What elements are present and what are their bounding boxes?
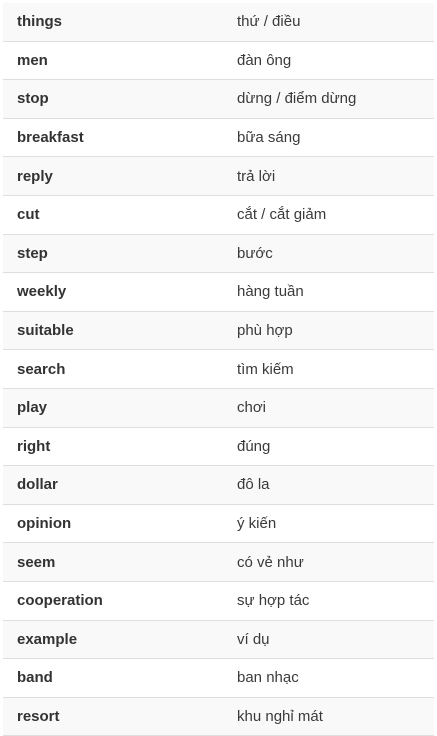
table-row: resort khu nghỉ mát — [3, 697, 434, 736]
meaning-cell: ví dụ — [237, 620, 434, 660]
table-row: weekly hàng tuần — [3, 272, 434, 312]
table-row: example ví dụ — [3, 620, 434, 660]
table-row: right đúng — [3, 427, 434, 467]
word-cell: seem — [3, 542, 237, 582]
meaning-cell: khu nghỉ mát — [237, 697, 434, 736]
table-row: dollar đô la — [3, 465, 434, 505]
table-row: reply trả lời — [3, 156, 434, 196]
table-row: breakfast bữa sáng — [3, 118, 434, 158]
meaning-cell: chơi — [237, 388, 434, 428]
table-row: stop dừng / điểm dừng — [3, 79, 434, 119]
meaning-cell: ý kiến — [237, 504, 434, 544]
meaning-cell: đúng — [237, 427, 434, 467]
table-row: step bước — [3, 234, 434, 274]
word-cell: search — [3, 349, 237, 389]
word-cell: cooperation — [3, 581, 237, 621]
meaning-cell: tìm kiếm — [237, 349, 434, 389]
meaning-cell: sự hợp tác — [237, 581, 434, 621]
meaning-cell: hàng tuần — [237, 272, 434, 312]
meaning-cell: phù hợp — [237, 311, 434, 351]
table-row: search tìm kiếm — [3, 349, 434, 389]
word-cell: dollar — [3, 465, 237, 505]
meaning-cell: cắt / cắt giảm — [237, 195, 434, 235]
word-cell: right — [3, 427, 237, 467]
meaning-cell: bữa sáng — [237, 118, 434, 158]
table-row: play chơi — [3, 388, 434, 428]
meaning-cell: đàn ông — [237, 41, 434, 81]
word-cell: men — [3, 41, 237, 81]
vocabulary-table-body: things thứ / điều men đàn ông stop dừng … — [3, 3, 434, 736]
word-cell: reply — [3, 156, 237, 196]
word-cell: resort — [3, 697, 237, 736]
word-cell: breakfast — [3, 118, 237, 158]
table-row: cut cắt / cắt giảm — [3, 195, 434, 235]
meaning-cell: có vẻ như — [237, 542, 434, 582]
word-cell: example — [3, 620, 237, 660]
table-row: suitable phù hợp — [3, 311, 434, 351]
meaning-cell: thứ / điều — [237, 3, 434, 42]
table-row: things thứ / điều — [3, 3, 434, 42]
word-cell: things — [3, 3, 237, 42]
table-row: men đàn ông — [3, 41, 434, 81]
meaning-cell: trả lời — [237, 156, 434, 196]
meaning-cell: ban nhạc — [237, 658, 434, 698]
vocabulary-table: things thứ / điều men đàn ông stop dừng … — [3, 3, 434, 736]
word-cell: opinion — [3, 504, 237, 544]
word-cell: band — [3, 658, 237, 698]
word-cell: play — [3, 388, 237, 428]
meaning-cell: dừng / điểm dừng — [237, 79, 434, 119]
word-cell: stop — [3, 79, 237, 119]
word-cell: step — [3, 234, 237, 274]
table-row: opinion ý kiến — [3, 504, 434, 544]
word-cell: cut — [3, 195, 237, 235]
table-row: band ban nhạc — [3, 658, 434, 698]
table-row: cooperation sự hợp tác — [3, 581, 434, 621]
word-cell: weekly — [3, 272, 237, 312]
word-cell: suitable — [3, 311, 237, 351]
meaning-cell: bước — [237, 234, 434, 274]
table-row: seem có vẻ như — [3, 542, 434, 582]
meaning-cell: đô la — [237, 465, 434, 505]
